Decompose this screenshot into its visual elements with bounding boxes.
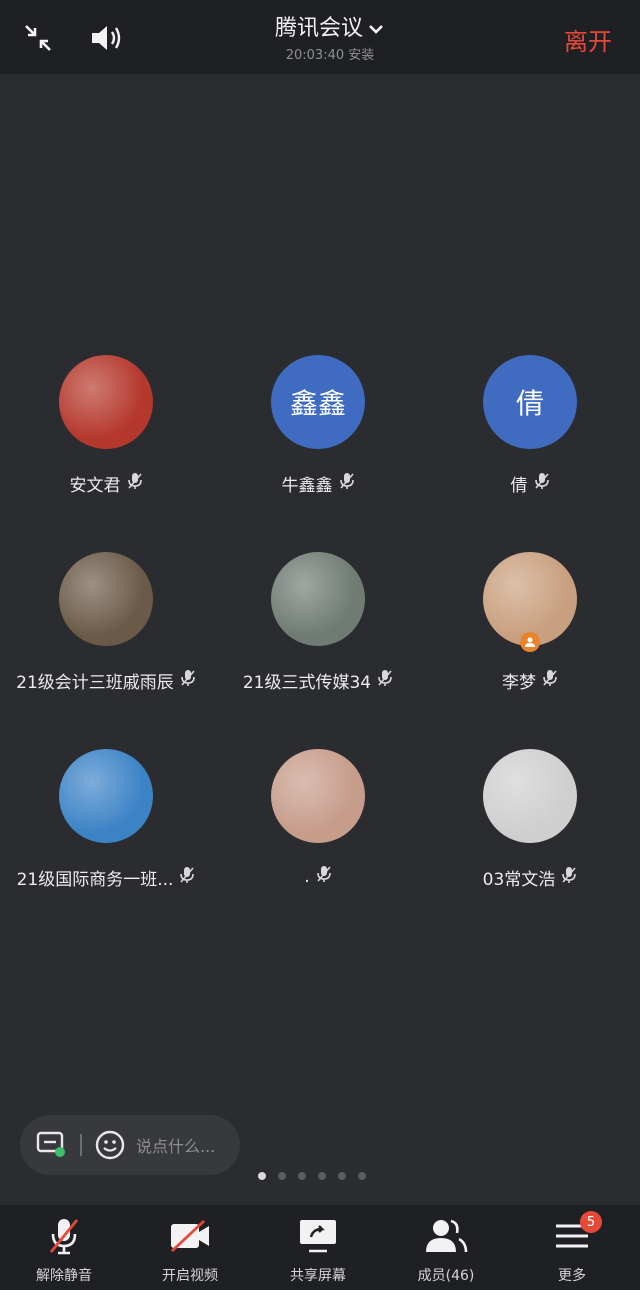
page-dot[interactable] — [358, 1172, 366, 1180]
participant-tile[interactable]: 03常文浩 — [424, 749, 636, 890]
meeting-title-text: 腾讯会议 — [274, 16, 363, 41]
avatar — [483, 552, 577, 652]
meeting-title-group[interactable]: 腾讯会议 20:03:40 安装 — [200, 10, 460, 63]
chevron-down-icon — [367, 17, 385, 42]
speaker-icon[interactable] — [86, 18, 126, 58]
minimize-icon[interactable] — [18, 18, 58, 58]
avatar — [271, 749, 365, 843]
participant-tile[interactable]: 21级会计三班戚雨辰 — [0, 552, 212, 693]
participant-name: 牛鑫鑫 — [281, 476, 333, 496]
participant-name: 21级会计三班戚雨辰 — [16, 673, 174, 693]
mic-muted-icon — [561, 866, 577, 889]
participant-tile[interactable]: 倩倩 — [424, 355, 636, 496]
participant-name: . — [304, 866, 310, 887]
more-button[interactable]: 5 更多 — [522, 1211, 622, 1285]
page-dot[interactable] — [258, 1172, 266, 1180]
page-dot[interactable] — [278, 1172, 286, 1180]
meeting-title[interactable]: 腾讯会议 — [200, 10, 460, 42]
participant-tile[interactable]: 21级三式传媒34 — [212, 552, 424, 693]
participant-name-row: 牛鑫鑫 — [212, 471, 424, 496]
avatar — [59, 749, 153, 843]
participant-name: 安文君 — [69, 476, 121, 496]
mic-muted-icon — [339, 472, 355, 495]
mic-off-icon — [14, 1215, 114, 1257]
members-label: 成员(46) — [417, 1268, 475, 1284]
members-icon — [396, 1215, 496, 1257]
start-video-button[interactable]: 开启视频 — [140, 1215, 240, 1285]
mic-muted-icon — [127, 472, 143, 495]
video-off-icon — [140, 1215, 240, 1257]
start-video-label: 开启视频 — [162, 1268, 218, 1284]
chat-placeholder[interactable]: 说点什么... — [136, 1133, 215, 1157]
emoji-icon[interactable] — [92, 1127, 128, 1163]
unmute-label: 解除静音 — [36, 1268, 92, 1284]
participant-name-row: 李梦 — [424, 668, 636, 693]
participant-name-row: 03常文浩 — [424, 865, 636, 890]
mic-muted-icon — [377, 669, 393, 692]
menu-icon: 5 — [522, 1211, 622, 1257]
top-bar: 腾讯会议 20:03:40 安装 离开 — [0, 0, 640, 74]
participant-tile[interactable]: 21级国际商务一班... — [0, 749, 212, 890]
meeting-subtitle: 20:03:40 安装 — [285, 48, 375, 63]
participant-tile[interactable]: 安文君 — [0, 355, 212, 496]
mic-muted-icon — [179, 866, 195, 889]
avatar: 鑫鑫 — [271, 355, 365, 449]
participant-name-row: 21级国际商务一班... — [0, 865, 212, 890]
chat-divider — [80, 1134, 82, 1156]
participant-tile[interactable]: . — [212, 749, 424, 888]
participant-name: 李梦 — [502, 673, 536, 693]
participant-name-row: 安文君 — [0, 471, 212, 496]
share-screen-label: 共享屏幕 — [290, 1268, 346, 1284]
participant-name-row: 21级三式传媒34 — [212, 668, 424, 693]
host-badge-icon — [520, 632, 540, 652]
page-dot[interactable] — [318, 1172, 326, 1180]
participant-tile[interactable]: 李梦 — [424, 552, 636, 693]
share-screen-icon — [268, 1215, 368, 1257]
avatar — [483, 749, 577, 843]
chat-icon[interactable] — [32, 1126, 70, 1164]
bottom-toolbar: 解除静音 开启视频 共享屏幕 成员(46) 5 更多 — [0, 1205, 640, 1290]
unmute-button[interactable]: 解除静音 — [14, 1215, 114, 1285]
participant-tile[interactable]: 鑫鑫牛鑫鑫 — [212, 355, 424, 496]
avatar — [59, 552, 153, 646]
leave-button[interactable]: 离开 — [564, 22, 612, 57]
chat-bar[interactable]: 说点什么... — [20, 1115, 240, 1175]
participant-name-row: . — [212, 865, 424, 888]
share-screen-button[interactable]: 共享屏幕 — [268, 1215, 368, 1285]
avatar: 倩 — [483, 355, 577, 449]
page-indicator — [258, 1172, 366, 1180]
participant-name: 21级国际商务一班... — [16, 870, 174, 890]
mic-muted-icon — [180, 669, 196, 692]
page-dot[interactable] — [298, 1172, 306, 1180]
participant-name: 21级三式传媒34 — [242, 673, 372, 693]
avatar — [271, 552, 365, 646]
more-badge: 5 — [580, 1211, 602, 1233]
members-button[interactable]: 成员(46) — [396, 1215, 496, 1285]
participant-name-row: 倩 — [424, 471, 636, 496]
mic-muted-icon — [542, 669, 558, 692]
mic-muted-icon — [534, 472, 550, 495]
avatar — [59, 355, 153, 449]
participant-name: 03常文浩 — [482, 870, 556, 890]
participant-name: 倩 — [510, 476, 528, 496]
participant-name-row: 21级会计三班戚雨辰 — [0, 668, 212, 693]
more-label: 更多 — [558, 1268, 586, 1284]
page-dot[interactable] — [338, 1172, 346, 1180]
mic-muted-icon — [316, 865, 332, 888]
